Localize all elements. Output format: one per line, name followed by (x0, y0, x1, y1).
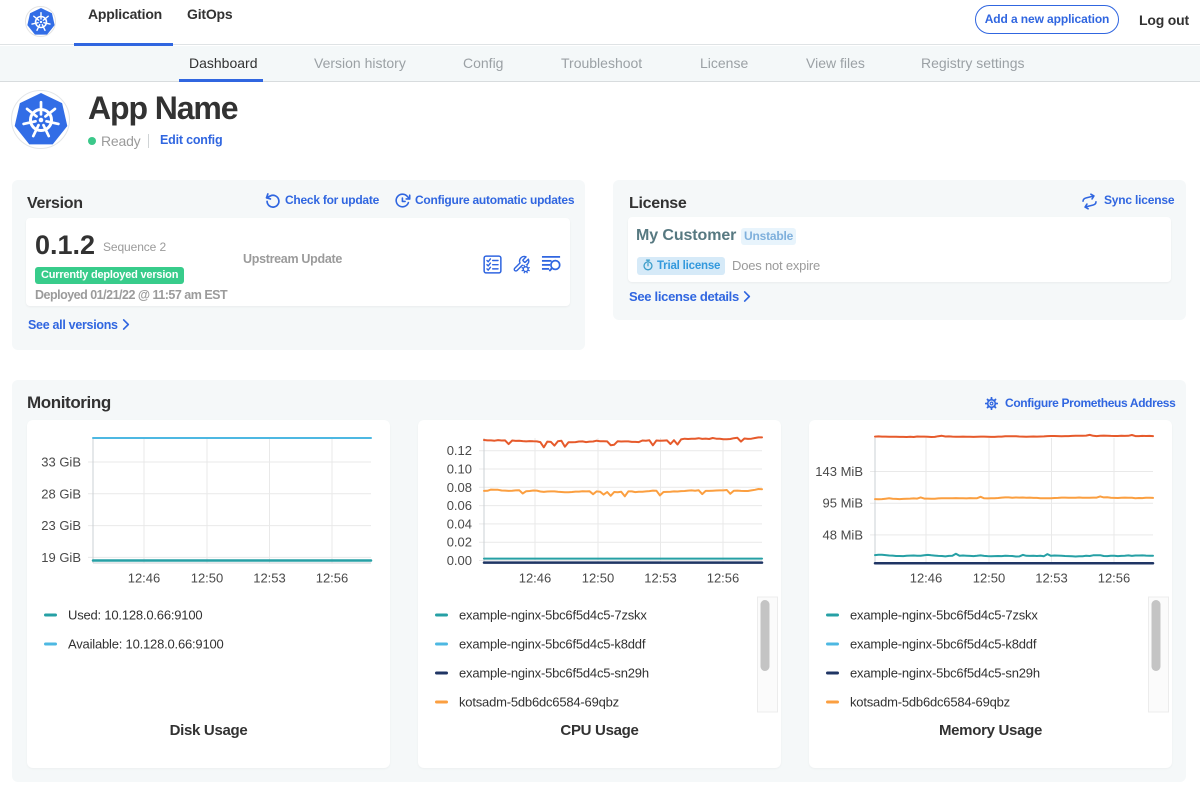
svg-text:12:56: 12:56 (1098, 571, 1131, 586)
svg-text:12:53: 12:53 (253, 571, 286, 586)
svg-text:12:53: 12:53 (1035, 571, 1068, 586)
svg-text:12:53: 12:53 (644, 571, 677, 586)
svg-text:12:50: 12:50 (973, 571, 1006, 586)
svg-text:12:50: 12:50 (582, 571, 615, 586)
svg-text:Used: 10.128.0.66:9100: Used: 10.128.0.66:9100 (68, 608, 202, 623)
svg-text:23 GiB: 23 GiB (41, 518, 81, 533)
svg-text:12:46: 12:46 (128, 571, 161, 586)
svg-text:28 GiB: 28 GiB (41, 486, 81, 501)
svg-text:example-nginx-5bc6f5d4c5-k8ddf: example-nginx-5bc6f5d4c5-k8ddf (459, 637, 646, 652)
svg-text:0.06: 0.06 (447, 498, 472, 513)
svg-text:example-nginx-5bc6f5d4c5-7zskx: example-nginx-5bc6f5d4c5-7zskx (459, 608, 647, 623)
svg-text:0.12: 0.12 (447, 443, 472, 458)
svg-text:CPU Usage: CPU Usage (560, 722, 638, 739)
svg-text:example-nginx-5bc6f5d4c5-sn29h: example-nginx-5bc6f5d4c5-sn29h (850, 666, 1040, 681)
svg-text:Memory Usage: Memory Usage (939, 722, 1042, 739)
svg-text:example-nginx-5bc6f5d4c5-sn29h: example-nginx-5bc6f5d4c5-sn29h (459, 666, 649, 681)
svg-text:95 MiB: 95 MiB (823, 496, 863, 511)
svg-text:12:50: 12:50 (191, 571, 224, 586)
svg-text:0.04: 0.04 (447, 516, 472, 531)
svg-text:12:56: 12:56 (707, 571, 740, 586)
svg-text:12:56: 12:56 (316, 571, 349, 586)
svg-text:0.02: 0.02 (447, 535, 472, 550)
svg-text:Available: 10.128.0.66:9100: Available: 10.128.0.66:9100 (68, 637, 224, 652)
svg-text:33 GiB: 33 GiB (41, 455, 81, 470)
svg-text:143 MiB: 143 MiB (815, 464, 863, 479)
svg-text:0.00: 0.00 (447, 553, 472, 568)
svg-text:19 GiB: 19 GiB (41, 550, 81, 565)
svg-text:example-nginx-5bc6f5d4c5-k8ddf: example-nginx-5bc6f5d4c5-k8ddf (850, 637, 1037, 652)
svg-text:kotsadm-5db6dc6584-69qbz: kotsadm-5db6dc6584-69qbz (459, 695, 619, 710)
svg-text:12:46: 12:46 (910, 571, 943, 586)
svg-text:Disk Usage: Disk Usage (170, 722, 248, 739)
svg-text:kotsadm-5db6dc6584-69qbz: kotsadm-5db6dc6584-69qbz (850, 695, 1010, 710)
svg-text:example-nginx-5bc6f5d4c5-7zskx: example-nginx-5bc6f5d4c5-7zskx (850, 608, 1038, 623)
svg-text:0.08: 0.08 (447, 480, 472, 495)
svg-text:48 MiB: 48 MiB (823, 527, 863, 542)
svg-text:12:46: 12:46 (519, 571, 552, 586)
svg-text:0.10: 0.10 (447, 462, 472, 477)
